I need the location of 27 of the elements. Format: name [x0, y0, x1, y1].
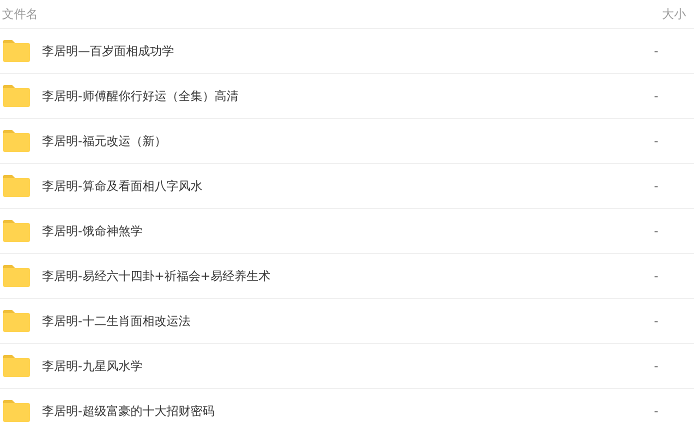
- file-size: -: [654, 89, 660, 103]
- folder-name[interactable]: 李居明-超级富豪的十大招财密码: [42, 402, 214, 420]
- file-size: -: [654, 134, 660, 148]
- folder-icon: [3, 355, 30, 377]
- folder-name[interactable]: 李居明-师傅醒你行好运（全集）高清: [42, 88, 238, 104]
- folder-icon: [3, 130, 30, 152]
- folder-name[interactable]: 李居明-饿命神煞学: [42, 222, 142, 240]
- file-size: -: [654, 224, 660, 238]
- folder-icon: [3, 40, 30, 62]
- folder-name[interactable]: 李居明-福元改运（新）: [42, 132, 166, 150]
- folder-name[interactable]: 李居明-算命及看面相八字风水: [42, 178, 202, 194]
- file-size: -: [654, 314, 660, 328]
- folder-icon: [3, 85, 30, 107]
- file-size: -: [654, 404, 660, 418]
- folder-name[interactable]: 李居明-十二生肖面相改运法: [42, 312, 190, 330]
- folder-name[interactable]: 李居明-易经六十四卦+祈福会+易经养生术: [42, 268, 270, 284]
- folder-icon: [3, 220, 30, 242]
- folder-icon: [3, 400, 30, 422]
- folder-icon: [3, 175, 30, 197]
- folder-name[interactable]: 李居明—百岁面相成功学: [42, 42, 174, 60]
- folder-icon: [3, 310, 30, 332]
- folder-name[interactable]: 李居明-九星风水学: [42, 358, 142, 374]
- file-size: -: [654, 359, 660, 373]
- file-size: -: [654, 44, 660, 58]
- folder-icon: [3, 265, 30, 287]
- file-size: -: [654, 179, 660, 193]
- file-size: -: [654, 269, 660, 283]
